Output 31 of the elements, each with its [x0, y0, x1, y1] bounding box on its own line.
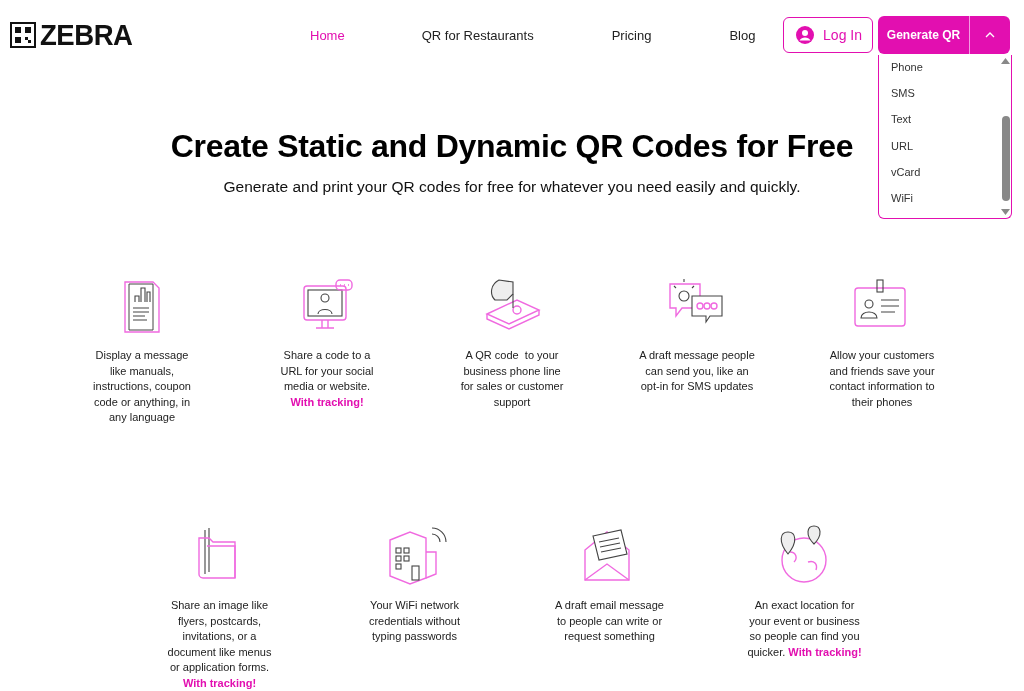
- nav-link[interactable]: Home: [310, 27, 345, 43]
- scroll-down-arrow-icon[interactable]: [1001, 209, 1010, 215]
- nav-link[interactable]: Pricing: [611, 27, 652, 43]
- scroll-up-arrow-icon[interactable]: [1001, 58, 1010, 64]
- feature-description: A draft message people can send you, like an opt-in for SMS updates: [639, 348, 755, 395]
- login-button[interactable]: Log In: [783, 17, 873, 53]
- feature-description: Allow your customers and friends save your contact information to their phones: [828, 348, 936, 410]
- user-icon: [796, 26, 815, 44]
- nav-link[interactable]: QR for Restaurants: [421, 27, 534, 43]
- menu-item[interactable]: Phone: [879, 61, 1000, 88]
- feature-description: A draft email message to people can write or request something: [554, 597, 665, 645]
- menu-item[interactable]: vCard: [879, 165, 1000, 192]
- feature-description: Display a message like manuals, instructions, coupon code or anything, in any language: [92, 348, 192, 426]
- scrollbar[interactable]: [1000, 55, 1011, 218]
- logo-text: ZEBRA: [40, 18, 133, 52]
- caret-icon: [985, 32, 995, 38]
- menu-item[interactable]: WiFi: [879, 191, 1000, 219]
- feature-description: An exact location for your event or business so people can find you quicker. With tracking!: [746, 597, 863, 660]
- feature-description: Share a code to a URL for your social media or website. With tracking!: [279, 348, 375, 410]
- menu-item[interactable]: URL: [879, 139, 1000, 166]
- menu-item[interactable]: SMS: [879, 87, 1000, 114]
- hero-subtitle: Generate and print your QR codes for free for whatever you need easily and quickly.: [223, 178, 801, 196]
- menu-item[interactable]: Text: [879, 113, 1000, 140]
- feature-description: Your WiFi network credentials without typing passwords: [367, 597, 462, 645]
- dropdown-toggle[interactable]: [970, 16, 1010, 54]
- hero-title: Create Static and Dynamic QR Codes for Free: [170, 128, 854, 165]
- feature-description: Share an image like flyers, postcards, invitations, or a document like menus or application forms. With tracking!: [166, 597, 273, 691]
- feature-description: A QR code to your business phone line for sales or customer support: [459, 348, 565, 410]
- logo-icon: [10, 22, 36, 48]
- nav-link[interactable]: Blog: [729, 27, 756, 43]
- generate-qr-button[interactable]: Generate QR: [878, 16, 970, 54]
